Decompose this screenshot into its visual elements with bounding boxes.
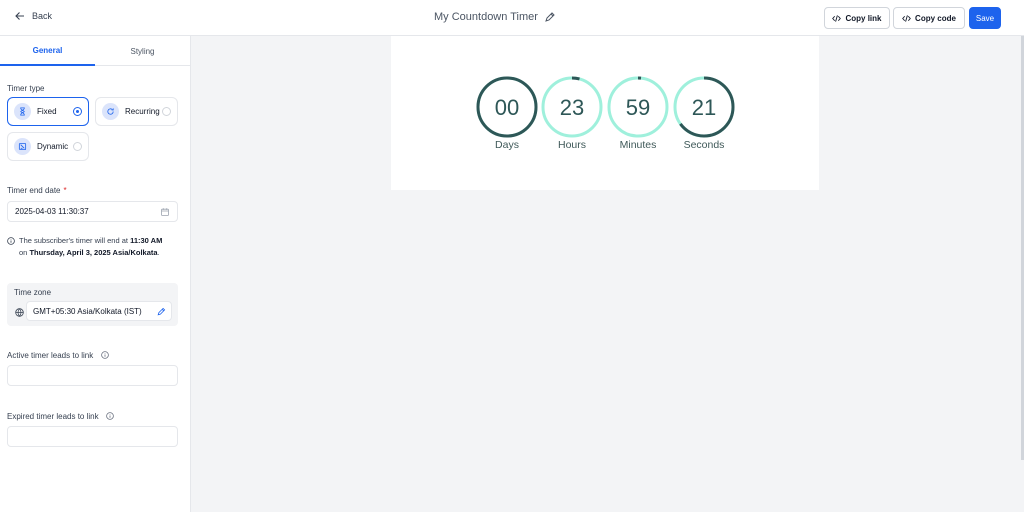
- pencil-icon[interactable]: [544, 11, 556, 23]
- tab-general[interactable]: General: [0, 36, 95, 66]
- timer-title-text: My Countdown Timer: [434, 11, 538, 23]
- settings-tabs: General Styling: [0, 36, 191, 66]
- end-date-label: Timer end date *: [7, 186, 67, 195]
- radio-dynamic[interactable]: [73, 142, 82, 151]
- settings-panel: General Styling Timer type Fixed Recurri…: [0, 36, 191, 512]
- pencil-icon[interactable]: [157, 307, 166, 316]
- code-icon: [832, 14, 842, 22]
- value-minutes: 59: [626, 95, 650, 120]
- info-on: on: [19, 248, 28, 257]
- save-button[interactable]: Save: [969, 7, 1001, 29]
- label-minutes: Minutes: [620, 139, 657, 151]
- timezone-select[interactable]: GMT+05:30 Asia/Kolkata (IST): [26, 301, 172, 321]
- info-icon[interactable]: [106, 412, 114, 420]
- copy-code-button[interactable]: Copy code: [893, 7, 965, 29]
- label-days: Days: [495, 139, 519, 151]
- timezone-label: Time zone: [14, 288, 52, 297]
- top-bar: Back My Countdown Timer Copy link Copy c…: [0, 0, 1024, 36]
- timer-type-dynamic-label: Dynamic: [37, 142, 69, 151]
- active-link-label-text: Active timer leads to link: [7, 351, 94, 360]
- timezone-value: GMT+05:30 Asia/Kolkata (IST): [33, 306, 142, 316]
- end-info-text: The subscriber's timer will end at 11:30…: [7, 235, 187, 259]
- info-date: Thursday, April 3, 2025 Asia/Kolkata: [29, 248, 158, 257]
- timezone-section: Time zone GMT+05:30 Asia/Kolkata (IST): [7, 283, 178, 326]
- copy-code-label: Copy code: [915, 13, 956, 23]
- dynamic-timer-icon: [14, 138, 31, 155]
- end-date-label-text: Timer end date: [7, 186, 61, 195]
- globe-icon: [15, 308, 24, 317]
- expired-link-label: Expired timer leads to link: [7, 412, 114, 421]
- timer-type-fixed[interactable]: Fixed: [7, 97, 89, 126]
- expired-link-input[interactable]: [7, 426, 178, 447]
- copy-link-button[interactable]: Copy link: [824, 7, 890, 29]
- expired-link-label-text: Expired timer leads to link: [7, 412, 99, 421]
- label-seconds: Seconds: [684, 139, 725, 151]
- timer-type-fixed-label: Fixed: [37, 107, 57, 116]
- calendar-icon[interactable]: [161, 208, 169, 216]
- value-seconds: 21: [692, 95, 716, 120]
- radio-recurring[interactable]: [162, 107, 171, 116]
- info-time: 11:30 AM: [130, 236, 163, 245]
- timer-type-label: Timer type: [7, 84, 45, 93]
- code-icon: [902, 14, 911, 22]
- active-link-label: Active timer leads to link: [7, 351, 109, 360]
- value-hours: 23: [560, 95, 584, 120]
- radio-fixed[interactable]: [73, 107, 82, 116]
- info-prefix: The subscriber's timer will end at: [19, 236, 128, 245]
- end-date-value: 2025-04-03 11:30:37: [15, 207, 89, 216]
- timer-type-recurring[interactable]: Recurring: [95, 97, 178, 126]
- info-suffix: .: [157, 248, 160, 257]
- recurring-icon: [102, 103, 119, 120]
- tab-styling[interactable]: Styling: [95, 36, 190, 66]
- info-icon[interactable]: [100, 351, 109, 359]
- copy-link-label: Copy link: [845, 13, 882, 23]
- arrow-left-icon: [15, 12, 24, 20]
- timer-title[interactable]: My Countdown Timer: [434, 11, 556, 23]
- countdown-rings: 00 Days 23 Hours 59 Minutes 21 Seconds: [476, 76, 735, 151]
- required-mark: *: [63, 186, 67, 195]
- timer-preview: 00 Days 23 Hours 59 Minutes 21 Seconds: [391, 36, 819, 190]
- info-icon: [7, 237, 15, 245]
- timer-type-dynamic[interactable]: Dynamic: [7, 132, 89, 161]
- active-link-input[interactable]: [7, 365, 178, 386]
- label-hours: Hours: [558, 139, 586, 151]
- end-date-input[interactable]: 2025-04-03 11:30:37: [7, 201, 178, 222]
- value-days: 00: [495, 95, 519, 120]
- back-label: Back: [32, 11, 53, 21]
- timer-type-recurring-label: Recurring: [125, 107, 160, 116]
- back-button[interactable]: Back: [15, 11, 52, 21]
- hourglass-icon: [14, 103, 31, 120]
